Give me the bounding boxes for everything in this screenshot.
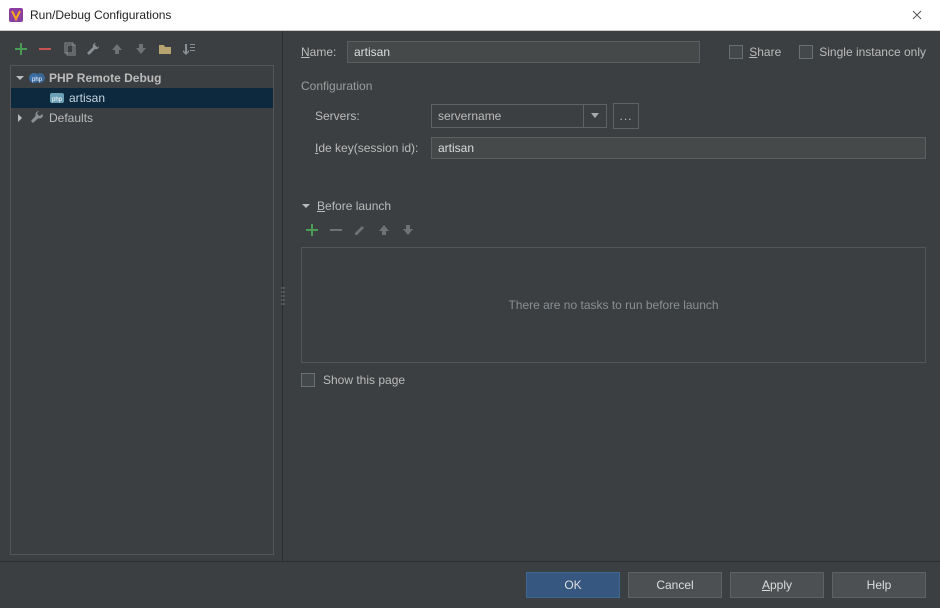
help-button[interactable]: Help [832, 572, 926, 598]
titlebar: Run/Debug Configurations [0, 0, 940, 31]
options-group: Share Single instance only [729, 45, 926, 59]
apply-button[interactable]: Apply [730, 572, 824, 598]
arrow-up-icon [377, 223, 391, 237]
arrow-down-icon [134, 42, 148, 56]
task-down-button[interactable] [397, 219, 419, 241]
tree-label: artisan [69, 91, 105, 105]
right-panel: Name: Share Single instance only Config [289, 31, 940, 561]
share-label: Share [749, 45, 781, 59]
checkbox-icon [301, 373, 315, 387]
main-area: php PHP Remote Debug php artisan [0, 31, 940, 561]
sort-az-icon [182, 42, 196, 56]
add-config-button[interactable] [10, 38, 32, 60]
servers-label: Servers: [315, 109, 431, 123]
php-config-icon: php [49, 90, 65, 106]
ok-button[interactable]: OK [526, 572, 620, 598]
folder-button[interactable] [154, 38, 176, 60]
left-toolbar [10, 37, 282, 61]
task-remove-button[interactable] [325, 219, 347, 241]
dialog-body: php PHP Remote Debug php artisan [0, 31, 940, 608]
task-add-button[interactable] [301, 219, 323, 241]
single-instance-label: Single instance only [819, 45, 926, 59]
configuration-section-title: Configuration [301, 79, 926, 93]
servers-dropdown[interactable]: servername [431, 104, 607, 128]
panel-splitter[interactable] [280, 31, 286, 561]
php-debug-icon: php [29, 70, 45, 86]
ellipsis-icon: ... [619, 109, 632, 123]
copy-config-button[interactable] [58, 38, 80, 60]
arrow-down-icon [401, 223, 415, 237]
minus-icon [329, 223, 343, 237]
svg-text:php: php [52, 97, 63, 103]
name-input[interactable] [347, 41, 700, 63]
move-down-button[interactable] [130, 38, 152, 60]
tree-node-artisan[interactable]: php artisan [11, 88, 273, 108]
servers-selected: servername [438, 109, 501, 123]
ide-key-input[interactable] [431, 137, 926, 159]
show-this-page-checkbox[interactable]: Show this page [301, 373, 926, 387]
checkbox-icon [799, 45, 813, 59]
tree-root: php PHP Remote Debug php artisan [11, 66, 273, 128]
name-row: Name: Share Single instance only [301, 41, 926, 63]
tree-label: PHP Remote Debug [49, 71, 161, 85]
copy-icon [62, 42, 76, 56]
configuration-form: Servers: servername ... [301, 103, 926, 167]
no-tasks-label: There are no tasks to run before launch [508, 298, 718, 312]
share-checkbox[interactable]: Share [729, 45, 781, 59]
before-launch-section: Before launch [301, 199, 926, 387]
svg-text:php: php [32, 77, 43, 83]
folder-icon [158, 42, 172, 56]
arrow-up-icon [110, 42, 124, 56]
edit-defaults-button[interactable] [82, 38, 104, 60]
chevron-down-icon [583, 105, 606, 127]
window-close-button[interactable] [894, 0, 940, 30]
move-up-button[interactable] [106, 38, 128, 60]
before-launch-toolbar [301, 219, 926, 241]
before-launch-header[interactable]: Before launch [301, 199, 926, 213]
sort-button[interactable] [178, 38, 200, 60]
config-tree[interactable]: php PHP Remote Debug php artisan [10, 65, 274, 555]
plus-icon [305, 223, 319, 237]
cancel-button[interactable]: Cancel [628, 572, 722, 598]
tasks-list[interactable]: There are no tasks to run before launch [301, 247, 926, 363]
app-icon [8, 7, 24, 23]
window-title: Run/Debug Configurations [30, 8, 894, 22]
task-up-button[interactable] [373, 219, 395, 241]
single-instance-checkbox[interactable]: Single instance only [799, 45, 926, 59]
servers-browse-button[interactable]: ... [613, 103, 639, 129]
tree-node-defaults[interactable]: Defaults [11, 108, 273, 128]
twisty-down-icon [15, 73, 25, 83]
minus-icon [38, 42, 52, 56]
remove-config-button[interactable] [34, 38, 56, 60]
ide-key-label: Ide key(session id): [315, 141, 431, 155]
dialog-footer: OK Cancel Apply Help [0, 561, 940, 608]
twisty-down-icon [301, 201, 311, 211]
task-edit-button[interactable] [349, 219, 371, 241]
tree-label: Defaults [49, 111, 93, 125]
name-label: Name: [301, 45, 347, 59]
tree-node-php-remote-debug[interactable]: php PHP Remote Debug [11, 68, 273, 88]
wrench-icon [86, 42, 100, 56]
servers-row: Servers: servername ... [315, 103, 926, 129]
pencil-icon [353, 223, 367, 237]
plus-icon [14, 42, 28, 56]
before-launch-label: Before launch [317, 199, 391, 213]
show-this-page-label: Show this page [323, 373, 405, 387]
checkbox-icon [729, 45, 743, 59]
close-icon [912, 10, 922, 20]
left-panel: php PHP Remote Debug php artisan [0, 31, 283, 561]
wrench-icon [29, 110, 45, 126]
ide-key-row: Ide key(session id): [315, 137, 926, 159]
twisty-right-icon [15, 113, 25, 123]
grip-icon [281, 286, 285, 306]
run-debug-config-window: Run/Debug Configurations [0, 0, 940, 608]
